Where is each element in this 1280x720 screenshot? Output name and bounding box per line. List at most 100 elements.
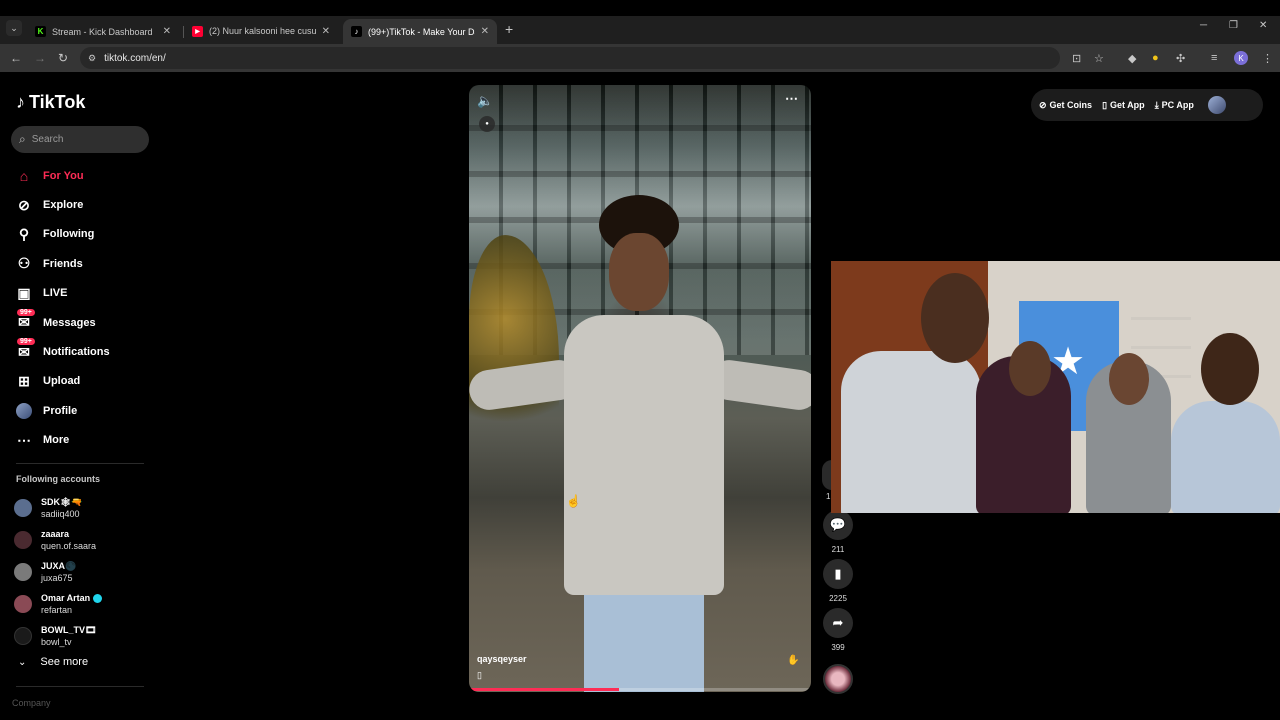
extension-coin-icon[interactable]: ● [1152,52,1159,64]
account-name: BOWL_TV🎞 [41,625,97,635]
following-account-item[interactable]: BOWL_TV🎞 bowl_tv [14,620,102,652]
upload-icon: ⊞ [18,372,30,389]
pc-app-button[interactable]: ⤓ PC App [1155,100,1194,111]
nav-item-messages[interactable]: ✉ 99+ Messages [14,308,110,337]
back-icon[interactable]: ← [10,51,22,65]
install-app-icon[interactable]: ⊡ [1072,52,1081,65]
pip-head-3 [1109,353,1149,405]
video-progress-bar[interactable] [469,688,811,691]
video-person [469,195,811,692]
nav-item-upload[interactable]: ⊞ Upload [14,367,110,396]
account-name: Omar Artan [41,592,103,604]
media-controls-icon[interactable]: ≡ [1211,52,1217,64]
omnibox[interactable]: ⚙ tiktok.com/en/ [80,47,1060,69]
following-account-item[interactable]: JUXA🌑 juxa675 [14,556,102,588]
top-right-actions: ⊘ Get Coins ▯ Get App ⤓ PC App [1031,89,1263,121]
notifications-icon: ✉ [18,343,30,360]
following-account-item[interactable]: Omar Artan refartan [14,588,103,620]
music-disc-avatar[interactable] [823,664,853,694]
tab-youtube[interactable]: ▶ (2) Nuur kalsooni hee cusub🥰 | ✕ [184,19,338,44]
tab-kick-dashboard[interactable]: K Stream - Kick Dashboard ✕ [27,19,179,44]
tab-close-icon[interactable]: ✕ [163,26,171,37]
see-more-button[interactable]: ⌄ See more [18,656,88,668]
video-player[interactable]: 🔈 ⋯ ● qaysqeyser ▯ ✋ [469,85,811,692]
following-account-item[interactable]: SDK🕸🔫 sadiiq400 [14,492,102,524]
account-name-text: Omar Artan [41,593,91,603]
share-icon[interactable]: ➦ [823,608,853,638]
nav-label: More [43,434,70,447]
messages-icon: ✉ [18,314,30,331]
minimize-icon[interactable]: ─ [1200,20,1207,31]
nav-item-profile[interactable]: Profile [14,396,110,425]
sidebar-divider [16,686,144,687]
account-avatar [14,499,32,517]
bookmark-icon[interactable]: ▮ [823,559,853,589]
tab-title: (99+)TikTok - Make Your Day [368,26,475,37]
browser-profile-avatar[interactable]: K [1234,51,1248,65]
tab-search-button[interactable]: ⌄ [6,20,22,36]
comment-action[interactable]: 💬 211 [822,510,854,554]
forward-icon[interactable]: → [34,51,46,65]
account-handle: refartan [41,605,73,615]
extensions-puzzle-icon[interactable]: ✣ [1176,52,1185,65]
close-window-icon[interactable]: ✕ [1259,20,1267,31]
tab-close-icon[interactable]: ✕ [481,26,489,37]
browser-menu-icon[interactable]: ⋮ [1262,52,1273,65]
tiktok-logo[interactable]: ♪ TikTok [16,92,85,113]
verified-badge-icon [93,593,103,603]
video-actions: 💬 211 ▮ 2225 ➦ 399 [822,510,854,657]
youtube-favicon-icon: ▶ [192,26,203,37]
account-avatar [14,627,32,645]
site-info-icon[interactable]: ⚙ [88,53,96,64]
search-box[interactable]: ⌕ [11,126,149,153]
tab-close-icon[interactable]: ✕ [322,26,330,37]
nav-item-explore[interactable]: ⊘ Explore [14,190,110,219]
search-input[interactable] [31,134,132,145]
reload-icon[interactable]: ↻ [58,51,68,65]
bookmark-action[interactable]: ▮ 2225 [822,559,854,603]
get-app-label: Get App [1110,100,1145,110]
nav-label: Following [43,228,95,241]
maximize-icon[interactable]: ❐ [1229,20,1238,31]
nav-label: LIVE [43,287,68,300]
account-name: SDK🕸🔫 [41,497,83,507]
nav-item-for-you[interactable]: ⌂ For You [14,161,110,190]
picture-in-picture-video[interactable]: ★ [831,261,1280,513]
get-app-button[interactable]: ▯ Get App [1102,100,1145,111]
tab-tiktok[interactable]: ♪ (99+)TikTok - Make Your Day ✕ [343,19,497,44]
user-avatar[interactable] [1207,96,1226,114]
pip-person-1 [841,351,981,513]
following-account-item[interactable]: zaaara quen.of.saara [14,524,102,556]
account-handle: sadiiq400 [41,509,80,519]
get-coins-button[interactable]: ⊘ Get Coins [1039,100,1092,111]
nav-label: For You [43,169,84,182]
video-effect-badge-icon[interactable]: ● [479,116,495,132]
account-avatar [14,595,32,613]
comment-count: 211 [831,545,845,554]
tiktok-note-icon: ♪ [16,92,25,112]
nav-item-following[interactable]: ⚲ Following [14,220,110,249]
tab-strip: ⌄ K Stream - Kick Dashboard ✕ ▶ (2) Nuur… [0,16,1280,44]
pc-app-label: PC App [1161,100,1194,110]
nav-item-notifications[interactable]: ✉ 99+ Notifications [14,337,110,366]
comment-icon[interactable]: 💬 [823,510,853,540]
video-more-options-icon[interactable]: ⋯ [785,91,798,107]
nav-label: Upload [43,375,81,388]
coin-icon: ⊘ [1039,99,1047,110]
nav-item-more[interactable]: ⋯ More [14,426,110,455]
phone-icon: ▯ [1102,99,1108,110]
volume-icon[interactable]: 🔈 [477,93,493,109]
new-tab-button[interactable]: + [505,21,513,37]
search-icon: ⌕ [19,132,26,146]
compass-icon: ⊘ [18,196,30,213]
nav-label: Messages [43,316,96,329]
nav-item-friends[interactable]: ⚇ Friends [14,249,110,278]
tiktok-favicon-icon: ♪ [351,26,362,37]
sidebar-divider [16,463,144,464]
nav-item-live[interactable]: ▣ LIVE [14,279,110,308]
video-author[interactable]: qaysqeyser [477,654,527,664]
extension-diamond-icon[interactable]: ◆ [1128,52,1136,65]
bookmark-star-icon[interactable]: ☆ [1094,52,1104,65]
share-action[interactable]: ➦ 399 [822,608,854,652]
footer-company-link[interactable]: Company [12,698,51,708]
